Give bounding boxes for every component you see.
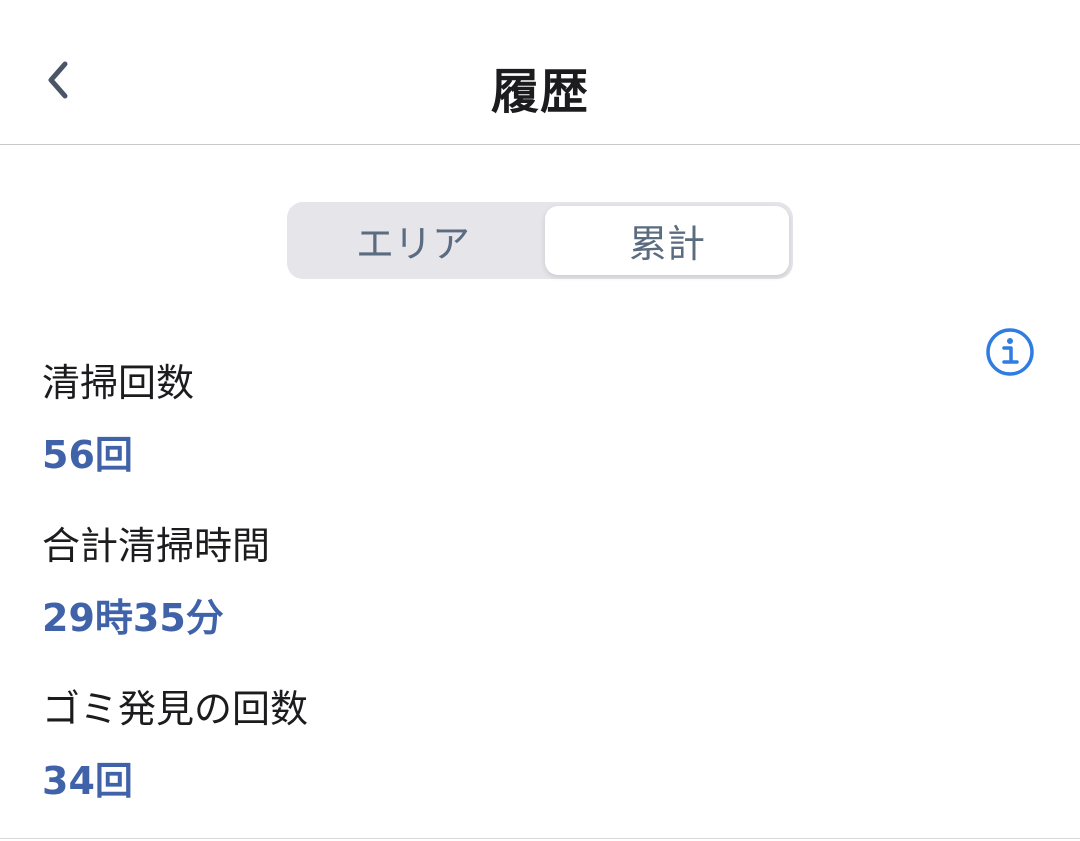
page-title: 履歴	[490, 64, 589, 120]
total-cleaning-time-value: 29時35分	[42, 596, 224, 640]
dirt-detected-count-label: ゴミ発見の回数	[42, 687, 309, 731]
bottom-divider	[0, 838, 1080, 839]
tab-total[interactable]: 累計	[545, 206, 789, 275]
info-button[interactable]	[984, 326, 1036, 378]
tab-total-label: 累計	[628, 222, 705, 266]
total-cleaning-time-label: 合計清掃時間	[42, 524, 271, 568]
segmented-control: エリア 累計	[287, 202, 793, 279]
cleaning-count-label: 清掃回数	[42, 361, 195, 405]
dirt-detected-count-value: 34回	[42, 759, 133, 803]
navigation-bar: 履歴	[0, 0, 1080, 145]
cleaning-count-value: 56回	[42, 433, 133, 477]
tab-area-label: エリア	[355, 222, 470, 266]
history-screen: 履歴 エリア 累計 清掃回数 56回 合計清掃時間 29時35分 ゴミ発見の回数…	[0, 0, 1080, 841]
info-circle-icon	[984, 328, 1036, 382]
tab-area[interactable]: エリア	[291, 206, 535, 275]
